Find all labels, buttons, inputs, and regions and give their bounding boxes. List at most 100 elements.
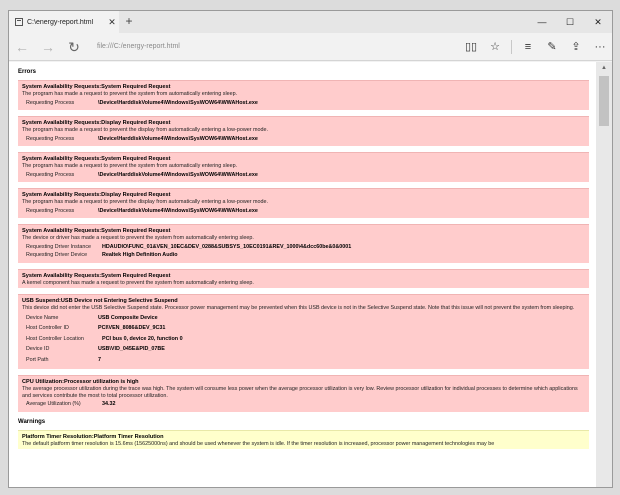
detail-row: Requesting Process \Device\HarddiskVolume… xyxy=(26,100,585,107)
hub-icon[interactable]: ≡ xyxy=(516,35,540,59)
item-title: System Availability Requests:System Requ… xyxy=(22,84,171,90)
toolbar-divider xyxy=(511,39,512,54)
detail-key: Port Path xyxy=(26,356,49,363)
toolbar-actions: ▯▯ ☆ ≡ ✎ ⇪ ··· xyxy=(459,35,612,59)
detail-key: Requesting Process xyxy=(26,171,75,178)
detail-value: 34.32 xyxy=(102,401,116,407)
item-title: System Availability Requests:Display Req… xyxy=(22,192,171,198)
detail-key: Requesting Driver Device xyxy=(26,252,88,258)
item-description: A kernel component has made a request to… xyxy=(22,279,254,286)
item-title: Platform Timer Resolution:Platform Timer… xyxy=(22,433,164,440)
detail-value: \Device\HarddiskVolume4\Windows\SysWOW64… xyxy=(98,99,258,106)
detail-key: Host Controller Location xyxy=(26,335,84,342)
detail-row: Requesting Driver Instance HDAUDIO\FUNC_0… xyxy=(26,244,585,251)
item-details: Average Utilization (%) 34.32 xyxy=(22,401,585,408)
item-title: System Availability Requests:System Requ… xyxy=(22,156,171,162)
item-title: System Availability Requests:Display Req… xyxy=(22,120,171,126)
item-description: The default platform timer resolution is… xyxy=(22,440,495,447)
detail-value: USB\VID_045E&PID_07BE xyxy=(98,346,165,352)
detail-value: PCI\VEN_8086&DEV_9C31 xyxy=(98,325,166,331)
item-details: Requesting Process \Device\HarddiskVolume… xyxy=(22,172,585,179)
warning-item: Platform Timer Resolution:Platform Timer… xyxy=(18,429,589,449)
errors-list: System Availability Requests:System Requ… xyxy=(9,80,597,412)
item-description: The program has made a request to preven… xyxy=(22,163,238,169)
item-title: System Availability Requests:System Requ… xyxy=(22,228,171,234)
detail-row: Port Path 7 xyxy=(26,357,585,364)
window-controls: — ☐ ✕ xyxy=(528,11,612,33)
tab-title: C:\energy-report.html xyxy=(27,18,94,26)
detail-key: Device Name xyxy=(26,314,59,321)
errors-heading: Errors xyxy=(18,69,37,75)
detail-row: Requesting Process \Device\HarddiskVolume… xyxy=(26,136,585,143)
detail-row: Requesting Process \Device\HarddiskVolume… xyxy=(26,208,585,215)
detail-value: Realtek High Definition Audio xyxy=(102,252,178,258)
detail-key: Requesting Driver Instance xyxy=(26,243,92,250)
error-item: System Availability Requests:System Requ… xyxy=(18,152,589,182)
browser-window: C:\energy-report.html ✕ + — ☐ ✕ ← → ↻ fi… xyxy=(8,10,613,488)
detail-value: PCI bus 0, device 20, function 0 xyxy=(102,335,183,342)
detail-value: \Device\HarddiskVolume4\Windows\SysWOW64… xyxy=(98,135,258,142)
detail-value: USB Composite Device xyxy=(98,314,158,321)
detail-value: \Device\HarddiskVolume4\Windows\SysWOW64… xyxy=(98,171,258,178)
error-item: System Availability Requests:Display Req… xyxy=(18,116,589,146)
refresh-button[interactable]: ↻ xyxy=(61,35,87,59)
page-icon xyxy=(15,18,23,26)
error-item: CPU Utilization:Processor utilization is… xyxy=(18,375,589,412)
detail-key: Requesting Process xyxy=(26,207,75,214)
detail-value: HDAUDIO\FUNC_01&VEN_10EC&DEV_0288&SUBSYS… xyxy=(102,243,352,250)
item-details: Requesting Driver Instance HDAUDIO\FUNC_0… xyxy=(22,244,585,259)
forward-button[interactable]: → xyxy=(35,35,61,59)
vertical-scrollbar[interactable]: ▲ xyxy=(596,62,612,487)
item-description: The average processor utilization during… xyxy=(22,386,578,399)
item-description: The program has made a request to preven… xyxy=(22,199,268,205)
detail-row: Requesting Driver Device Realtek High Def… xyxy=(26,252,585,259)
navigation-bar: ← → ↻ file:///C:/energy-report.html ▯▯ ☆… xyxy=(9,33,612,61)
detail-key: Requesting Process xyxy=(26,99,75,106)
detail-key: Requesting Process xyxy=(26,135,75,142)
share-icon[interactable]: ⇪ xyxy=(564,35,588,59)
scroll-up-arrow-icon[interactable]: ▲ xyxy=(596,62,612,74)
detail-value: \Device\HarddiskVolume4\Windows\SysWOW64… xyxy=(98,207,258,214)
warnings-list: Platform Timer Resolution:Platform Timer… xyxy=(9,429,597,449)
warnings-heading: Warnings xyxy=(18,418,46,425)
back-button[interactable]: ← xyxy=(9,35,35,59)
item-description: The program has made a request to preven… xyxy=(22,127,268,133)
item-description: This device did not enter the USB Select… xyxy=(22,305,575,311)
detail-row: Requesting Process \Device\HarddiskVolume… xyxy=(26,172,585,179)
tab-energy-report[interactable]: C:\energy-report.html ✕ xyxy=(9,11,119,33)
item-details: Requesting Process \Device\HarddiskVolume… xyxy=(22,100,585,107)
detail-key: Host Controller ID xyxy=(26,325,69,331)
detail-row: Device Name USB Composite Device xyxy=(26,315,585,322)
reading-view-icon[interactable]: ▯▯ xyxy=(459,35,483,59)
maximize-button[interactable]: ☐ xyxy=(556,11,584,33)
error-item: System Availability Requests:System Requ… xyxy=(18,80,589,110)
item-details: Requesting Process \Device\HarddiskVolume… xyxy=(22,208,585,215)
error-item: System Availability Requests:System Requ… xyxy=(18,268,589,288)
tab-close-icon[interactable]: ✕ xyxy=(105,17,119,28)
scroll-thumb[interactable] xyxy=(599,76,609,126)
detail-row: Host Controller Location PCI bus 0, devic… xyxy=(26,336,585,343)
new-tab-button[interactable]: + xyxy=(122,13,136,29)
item-details: Device Name USB Composite Device Host Cont… xyxy=(22,315,585,364)
web-note-icon[interactable]: ✎ xyxy=(540,35,564,59)
detail-value: 7 xyxy=(98,356,101,363)
item-description: The program has made a request to preven… xyxy=(22,91,238,97)
item-description: The device or driver has made a request … xyxy=(22,235,254,241)
detail-row: Average Utilization (%) 34.32 xyxy=(26,401,585,408)
item-title: USB Suspend:USB Device not Entering Sele… xyxy=(22,298,178,304)
detail-row: Host Controller ID PCI\VEN_8086&DEV_9C31 xyxy=(26,325,585,332)
favorite-star-icon[interactable]: ☆ xyxy=(483,35,507,59)
report-page: Errors System Availability Requests:Syst… xyxy=(9,62,597,487)
error-item: System Availability Requests:Display Req… xyxy=(18,188,589,218)
detail-row: Device ID USB\VID_045E&PID_07BE xyxy=(26,346,585,353)
title-bar: C:\energy-report.html ✕ + — ☐ ✕ xyxy=(9,11,612,33)
more-icon[interactable]: ··· xyxy=(588,35,612,59)
minimize-button[interactable]: — xyxy=(528,11,556,33)
error-item: System Availability Requests:System Requ… xyxy=(18,224,589,263)
item-title: CPU Utilization:Processor utilization is… xyxy=(22,379,139,385)
close-window-button[interactable]: ✕ xyxy=(584,11,612,33)
address-bar[interactable]: file:///C:/energy-report.html xyxy=(97,43,459,50)
error-item: USB Suspend:USB Device not Entering Sele… xyxy=(18,294,589,369)
item-details: Requesting Process \Device\HarddiskVolume… xyxy=(22,136,585,143)
detail-key: Device ID xyxy=(26,346,50,352)
